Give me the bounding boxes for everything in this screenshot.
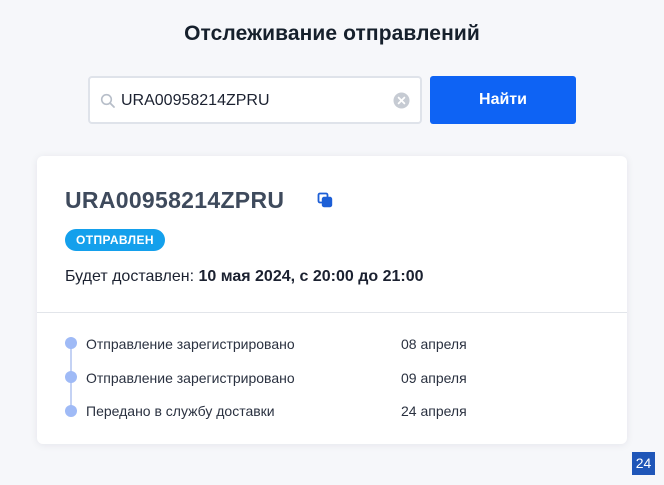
corner-badge[interactable]: 24 (632, 452, 655, 475)
tracking-number: URA00958214ZPRU (65, 187, 285, 213)
event-date: 09 апреля (401, 370, 467, 386)
delivery-value: 10 мая 2024, с 20:00 до 21:00 (198, 268, 424, 285)
shipment-card: URA00958214ZPRU ОТПРАВЛЕН Будет доставле… (37, 156, 627, 444)
clear-icon[interactable] (393, 92, 410, 109)
timeline-dot (65, 405, 77, 417)
search-icon (100, 93, 115, 108)
copy-icon[interactable] (317, 192, 333, 208)
delivery-label: Будет доставлен: (65, 268, 195, 285)
search-box[interactable] (88, 76, 422, 124)
status-badge: ОТПРАВЛЕН (65, 229, 165, 251)
event-label: Отправление зарегистрировано (86, 336, 295, 352)
divider (37, 312, 627, 313)
event-date: 08 апреля (401, 336, 467, 352)
find-button[interactable]: Найти (430, 76, 576, 124)
event-label: Отправление зарегистрировано (86, 370, 295, 386)
delivery-info: Будет доставлен: 10 мая 2024, с 20:00 до… (65, 268, 424, 286)
event-date: 24 апреля (401, 403, 467, 419)
event-label: Передано в службу доставки (86, 403, 275, 419)
tracking-page: Отслеживание отправлений Найти URA009582… (0, 0, 664, 485)
timeline-dot (65, 337, 77, 349)
timeline-dot (65, 371, 77, 383)
page-title: Отслеживание отправлений (184, 22, 480, 45)
search-input[interactable] (121, 88, 381, 114)
